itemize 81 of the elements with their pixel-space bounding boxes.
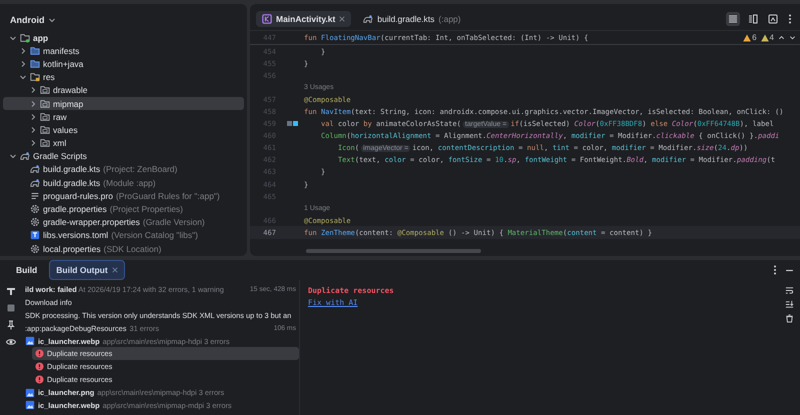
tree-item-hint: (Project Properties) — [110, 204, 184, 214]
tree-item-hint: (ProGuard Rules for ":app") — [116, 190, 220, 201]
more-icon[interactable] — [786, 13, 794, 25]
folder-icon — [30, 46, 40, 56]
stop-icon[interactable] — [6, 303, 16, 313]
tree-item-label[interactable]: values — [53, 124, 78, 135]
error-icon — [35, 362, 44, 372]
folder-icon — [40, 112, 50, 122]
toml-file-icon — [30, 230, 40, 240]
kotlin-file-icon — [262, 14, 272, 24]
color-swatch[interactable] — [293, 121, 298, 126]
tree-item-label[interactable]: proguard-rules.pro — [43, 190, 113, 201]
eye-icon[interactable] — [6, 337, 16, 347]
image-file-icon — [25, 388, 35, 398]
tree-item-hint: (Version Catalog "libs") — [111, 230, 198, 240]
error-icon — [35, 375, 44, 384]
warning-icon[interactable] — [760, 34, 769, 42]
warning-count[interactable]: 4 — [770, 33, 774, 42]
hammer-icon[interactable] — [6, 286, 16, 296]
tree-item-label[interactable]: build.gradle.kts — [43, 178, 100, 188]
tree-item-label[interactable]: res — [43, 72, 55, 82]
tree-item-label[interactable]: mipmap — [53, 98, 84, 109]
warning-count[interactable]: 6 — [752, 33, 757, 42]
color-swatch[interactable] — [287, 121, 292, 126]
elephant-icon — [30, 164, 40, 174]
close-icon[interactable] — [339, 16, 346, 22]
editor-tab[interactable]: MainActivity.kt — [256, 11, 352, 27]
tree-item-hint: (SDK Location) — [104, 244, 162, 254]
error-icon — [35, 349, 44, 358]
tree-item-label[interactable]: app — [33, 32, 48, 43]
soft-wrap-icon[interactable] — [784, 286, 794, 295]
module-folder-icon — [20, 32, 30, 43]
gear-icon — [30, 204, 40, 214]
folder-icon — [40, 98, 50, 109]
folder-icon — [40, 124, 50, 135]
warning-icon[interactable] — [743, 34, 752, 42]
editor-tab[interactable]: build.gradle.kts (:app) — [357, 11, 467, 27]
chevron-down-icon[interactable] — [19, 73, 27, 82]
scrollbar-thumb[interactable] — [306, 249, 481, 253]
tree-item-label[interactable]: gradle.properties — [43, 204, 107, 214]
folder-icon — [40, 138, 50, 148]
chevron-up-icon[interactable] — [778, 34, 785, 41]
image-file-icon — [25, 400, 35, 410]
tree-item-label[interactable]: libs.versions.toml — [43, 230, 108, 240]
tool-tab[interactable]: Build Output — [49, 260, 125, 280]
folder-icon — [40, 85, 50, 96]
resource-folder-icon — [30, 72, 40, 82]
close-icon[interactable] — [112, 267, 118, 273]
chevron-down-icon[interactable] — [9, 34, 17, 42]
design-view-icon — [768, 14, 778, 24]
tree-item-label[interactable]: drawable — [53, 85, 88, 96]
elephant-icon — [20, 151, 30, 162]
chevron-down-icon[interactable] — [789, 34, 796, 41]
tree-item-label[interactable]: kotlin+java — [43, 58, 84, 69]
text-file-icon — [30, 190, 40, 201]
tree-item-hint: (Module :app) — [103, 178, 156, 188]
tree-item-hint: (Gradle Version) — [142, 217, 205, 228]
tree-item-hint: (Project: ZenBoard) — [103, 164, 178, 174]
gear-icon — [30, 217, 40, 228]
split-view-icon — [748, 14, 758, 24]
gear-icon — [30, 244, 40, 254]
more-icon[interactable] — [771, 264, 779, 276]
tree-item-label[interactable]: local.properties — [43, 244, 101, 254]
tool-tab[interactable]: Build — [10, 261, 44, 279]
tree-item-label[interactable]: build.gradle.kts — [43, 164, 100, 174]
chevron-down-icon[interactable] — [48, 16, 56, 24]
scroll-to-end-icon[interactable] — [784, 300, 794, 309]
image-file-icon — [25, 336, 35, 346]
elephant-icon — [363, 14, 374, 24]
tree-item-label[interactable]: gradle-wrapper.properties — [43, 217, 140, 228]
elephant-icon — [30, 178, 40, 188]
chevron-down-icon[interactable] — [9, 152, 17, 160]
tree-item-label[interactable]: manifests — [43, 46, 80, 56]
tree-item-label[interactable]: xml — [53, 138, 66, 148]
trash-icon[interactable] — [784, 314, 794, 323]
panel-title[interactable]: Android — [10, 15, 44, 25]
lines-icon — [728, 14, 738, 24]
tree-item-label[interactable]: Gradle Scripts — [33, 151, 87, 162]
folder-icon — [30, 58, 40, 69]
tree-item-label[interactable]: raw — [53, 112, 67, 122]
pin-icon[interactable] — [6, 320, 16, 330]
